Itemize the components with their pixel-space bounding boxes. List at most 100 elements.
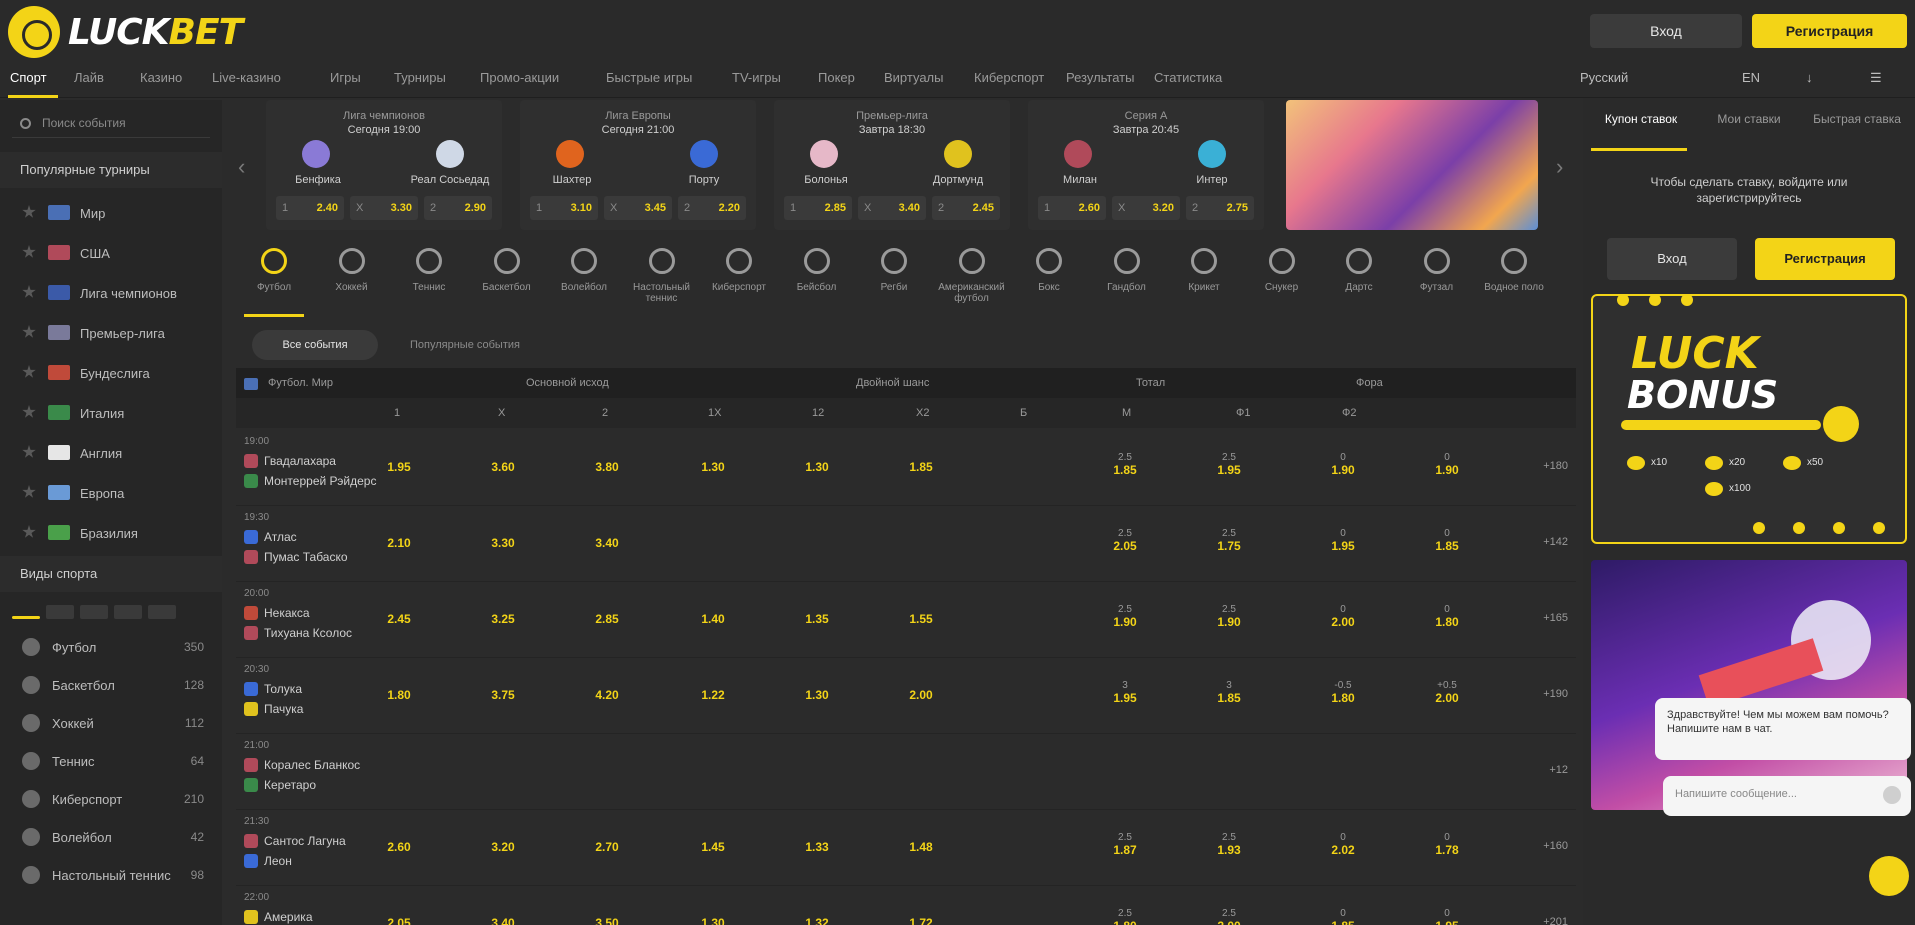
handicap-odds-button[interactable]: 01.95 <box>1326 528 1360 554</box>
sidebar-sport-item[interactable]: Хоккей 112 <box>0 704 222 742</box>
sport-tab[interactable]: Бокс <box>1013 240 1085 316</box>
odds-button[interactable]: 2 2.45 <box>932 196 1000 220</box>
brand-logo-icon[interactable] <box>8 6 60 58</box>
handicap-odds-button[interactable]: 0 1.90 <box>1326 452 1360 478</box>
more-markets-button[interactable]: +190 <box>1543 688 1568 700</box>
more-markets-button[interactable]: +160 <box>1543 840 1568 852</box>
tab-betslip[interactable]: Купон ставок <box>1591 112 1691 126</box>
sidebar-sport-item[interactable]: Киберспорт 210 <box>0 780 222 818</box>
handicap-odds-button[interactable]: 0 1.78 <box>1430 832 1464 858</box>
odds-button[interactable]: 1.30 <box>698 916 728 925</box>
nav-item-statistics[interactable]: Статистика <box>1154 70 1222 85</box>
handicap-odds-button[interactable]: 0 1.90 <box>1430 452 1464 478</box>
game-promo-banner[interactable] <box>1591 560 1907 810</box>
handicap-odds-button[interactable]: 3 1.95 <box>1108 680 1142 706</box>
handicap-odds-button[interactable]: 2.52.00 <box>1212 908 1246 925</box>
favorite-star-icon[interactable] <box>22 485 36 498</box>
sport-tab[interactable]: Гандбол <box>1091 240 1163 316</box>
featured-match-card[interactable]: Премьер-лига Завтра 18:30 Болонья Дортмунд 1… <box>774 100 1010 230</box>
bonus-promo-card[interactable]: LUCK BONUS x10 x20 x50 x100 <box>1591 294 1907 544</box>
more-markets-button[interactable]: +180 <box>1543 460 1568 472</box>
odds-button[interactable]: X 3.45 <box>604 196 672 220</box>
betslip-register-button[interactable]: Регистрация <box>1755 238 1895 280</box>
odds-button[interactable]: 1.30 <box>698 460 728 474</box>
handicap-odds-button[interactable]: +0.5 2.00 <box>1430 680 1464 706</box>
sport-tab[interactable]: Снукер <box>1246 240 1318 316</box>
handicap-odds-button[interactable]: 2.5 1.90 <box>1212 604 1246 630</box>
nav-item-results[interactable]: Результаты <box>1066 70 1134 85</box>
betslip-login-button[interactable]: Вход <box>1607 238 1737 280</box>
sport-tab[interactable]: Киберспорт <box>703 240 775 316</box>
odds-button[interactable]: 1.72 <box>906 916 936 925</box>
odds-button[interactable]: 2.10 <box>384 536 414 550</box>
odds-button[interactable]: 4.20 <box>592 688 622 702</box>
odds-button[interactable]: 1.85 <box>906 460 936 474</box>
odds-button[interactable]: 1 2.85 <box>784 196 852 220</box>
event-row[interactable]: 21:30 Сантос Лагуна Леон 2.60 3.20 2.70 1.45 1.… <box>236 810 1576 886</box>
sidebar-league-item[interactable]: Англия <box>0 434 222 472</box>
odds-button[interactable]: 1.22 <box>698 688 728 702</box>
menu-icon[interactable]: ☰ <box>1870 70 1882 86</box>
sport-tab[interactable]: Крикет <box>1168 240 1240 316</box>
favorite-star-icon[interactable] <box>22 445 36 458</box>
more-markets-button[interactable]: +142 <box>1543 536 1568 548</box>
odds-button[interactable]: 1.33 <box>802 840 832 854</box>
odds-button[interactable]: 1.35 <box>802 612 832 626</box>
event-row[interactable]: 19:00 Гвадалахара Монтеррей Рэйдерс 1.95 3.6… <box>236 430 1576 506</box>
handicap-odds-button[interactable]: 2.5 1.93 <box>1212 832 1246 858</box>
odds-button[interactable]: 1.32 <box>802 916 832 925</box>
language-selector[interactable]: Русский <box>1580 70 1628 85</box>
send-icon[interactable] <box>1883 786 1901 804</box>
sidebar-league-item[interactable]: Бундеслига <box>0 354 222 392</box>
handicap-odds-button[interactable]: 2.5 2.05 <box>1108 528 1142 554</box>
odds-button[interactable]: X 3.40 <box>858 196 926 220</box>
brand-logo-text[interactable]: LUCKBET <box>68 12 243 53</box>
nav-item-tv-games[interactable]: TV-игры <box>732 70 781 85</box>
filter-popular-events[interactable]: Популярные события <box>392 330 538 360</box>
favorite-star-icon[interactable] <box>22 525 36 538</box>
odds-button[interactable]: 2.05 <box>384 916 414 925</box>
handicap-odds-button[interactable]: 0 2.02 <box>1326 832 1360 858</box>
odds-button[interactable]: 1.30 <box>802 460 832 474</box>
odds-button[interactable]: 2.00 <box>906 688 936 702</box>
featured-match-card[interactable]: Серия А Завтра 20:45 Милан Интер 1 2.60 X 3.20 2… <box>1028 100 1264 230</box>
odds-button[interactable]: X 3.30 <box>350 196 418 220</box>
odds-button[interactable]: 1 3.10 <box>530 196 598 220</box>
sidebar-sport-item[interactable]: Футбол 350 <box>0 628 222 666</box>
chat-message-input[interactable]: Напишите сообщение... <box>1663 776 1911 816</box>
sport-tab[interactable]: Водное поло <box>1478 240 1550 316</box>
odds-button[interactable]: 3.50 <box>592 916 622 925</box>
filter-all-events[interactable]: Все события <box>252 330 378 360</box>
sidebar-sport-item[interactable]: Теннис 64 <box>0 742 222 780</box>
odds-button[interactable]: 1.55 <box>906 612 936 626</box>
favorite-star-icon[interactable] <box>22 325 36 338</box>
odds-button[interactable]: 3.30 <box>488 536 518 550</box>
sidebar-tab[interactable] <box>46 605 74 619</box>
featured-match-card[interactable]: Лига Европы Сегодня 21:00 Шахтер Порту 1 3.10… <box>520 100 756 230</box>
nav-item-poker[interactable]: Покер <box>818 70 855 85</box>
event-row[interactable]: 21:00 Коралес Бланкос Керетаро +12 <box>236 734 1576 810</box>
odds-button[interactable]: 2 2.20 <box>678 196 746 220</box>
sport-tab[interactable]: Бейсбол <box>781 240 853 316</box>
odds-button[interactable]: 2.45 <box>384 612 414 626</box>
handicap-odds-button[interactable]: 0 1.80 <box>1430 604 1464 630</box>
nav-item-casino[interactable]: Казино <box>140 70 182 85</box>
sport-tab[interactable]: Настольный теннис <box>626 240 698 316</box>
handicap-odds-button[interactable]: 2.5 1.90 <box>1108 604 1142 630</box>
carousel-prev-icon[interactable]: ‹ <box>238 154 252 184</box>
event-row[interactable]: 20:00 Некакса Тихуана Ксолос 2.45 3.25 2.85 1.… <box>236 582 1576 658</box>
handicap-odds-button[interactable]: 2.5 1.85 <box>1108 452 1142 478</box>
more-markets-button[interactable]: +12 <box>1549 764 1568 776</box>
odds-button[interactable]: 3.80 <box>592 460 622 474</box>
more-markets-button[interactable]: +201 <box>1543 916 1568 925</box>
handicap-odds-button[interactable]: 2.5 1.87 <box>1108 832 1142 858</box>
handicap-odds-button[interactable]: 2.5 1.75 <box>1212 528 1246 554</box>
sport-tab[interactable]: Дартс <box>1323 240 1395 316</box>
odds-button[interactable]: 1.45 <box>698 840 728 854</box>
login-button[interactable]: Вход <box>1590 14 1742 48</box>
sport-tab[interactable]: Футзал <box>1401 240 1473 316</box>
handicap-odds-button[interactable]: 3 1.85 <box>1212 680 1246 706</box>
nav-item-games[interactable]: Игры <box>330 70 361 85</box>
handicap-odds-button[interactable]: 01.95 <box>1430 908 1464 925</box>
handicap-odds-button[interactable]: -0.5 1.80 <box>1326 680 1360 706</box>
